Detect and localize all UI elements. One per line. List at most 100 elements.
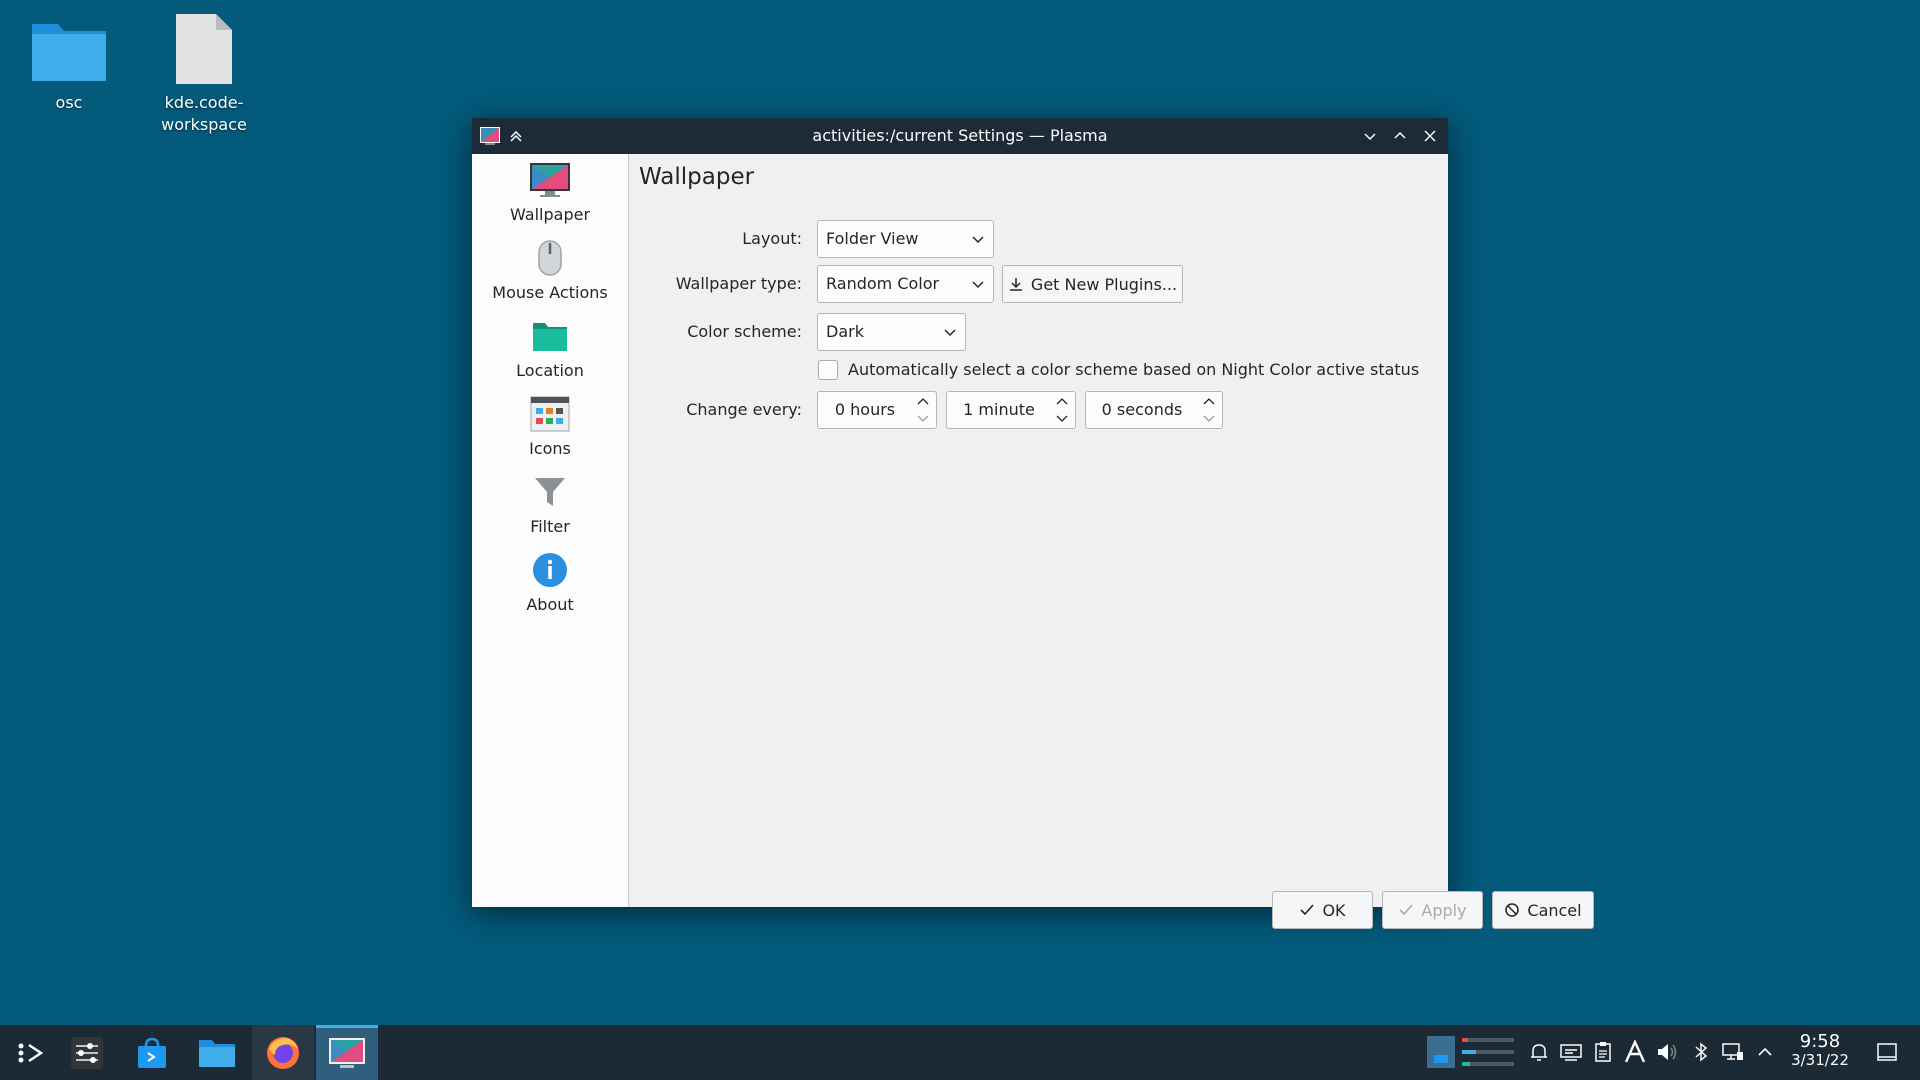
seconds-value: 0 seconds (1101, 400, 1183, 419)
settings-content: Wallpaper Layout: Folder View Wallpaper … (630, 154, 1594, 929)
color-scheme-label: Color scheme: (687, 322, 802, 341)
desktop-icon-kde-code-workspace[interactable]: kde.code-workspace (139, 12, 269, 136)
taskbar-plasma-settings[interactable] (316, 1025, 378, 1080)
folder-icon (32, 24, 106, 81)
wallpaper-icon (329, 1038, 365, 1068)
keep-above-icon[interactable] (504, 124, 528, 148)
check-icon (1300, 904, 1315, 916)
apply-label: Apply (1421, 900, 1467, 920)
window-title: activities:/current Settings — Plasma (812, 126, 1108, 145)
wallpaper-type-value: Random Color (826, 274, 940, 293)
clock-time: 9:58 (1799, 1031, 1841, 1052)
show-desktop-icon[interactable] (1874, 1039, 1900, 1065)
settings-sidebar: Wallpaper Mouse Actions Location Icons F… (472, 154, 629, 907)
night-color-checkbox-label[interactable]: Automatically select a color scheme base… (848, 359, 1419, 381)
taskbar-file-manager[interactable] (186, 1025, 248, 1080)
chevron-up-icon[interactable] (1203, 396, 1215, 406)
folder-location-icon (528, 314, 572, 358)
chevron-down-icon (972, 236, 984, 244)
info-icon (528, 548, 572, 592)
cancel-button[interactable]: Cancel (1492, 891, 1594, 929)
tray-expand-icon[interactable] (1752, 1039, 1778, 1065)
cancel-label: Cancel (1527, 900, 1582, 920)
chevron-down-icon[interactable] (1203, 414, 1215, 424)
wallpaper-type-label: Wallpaper type: (675, 274, 802, 293)
minutes-spinbox[interactable]: 1 minute (946, 391, 1076, 429)
wallpaper-type-combo[interactable]: Random Color (817, 265, 994, 303)
firefox-icon (267, 1036, 299, 1069)
hours-value: 0 hours (834, 400, 896, 419)
system-settings-icon (71, 1036, 103, 1069)
minimize-icon[interactable] (1358, 124, 1382, 148)
clipboard-icon[interactable] (1590, 1039, 1616, 1065)
taskbar-firefox[interactable] (252, 1025, 314, 1080)
taskbar-system-settings[interactable] (56, 1025, 118, 1080)
sidebar-item-about[interactable]: About (472, 544, 628, 622)
sidebar-item-label: Location (516, 361, 584, 380)
sidebar-item-label: About (526, 595, 574, 614)
change-every-label: Change every: (686, 400, 802, 419)
seconds-spinbox[interactable]: 0 seconds (1085, 391, 1223, 429)
taskbar: 9:58 3/31/22 (0, 1025, 1920, 1080)
keyboard-layout-icon[interactable] (1622, 1039, 1648, 1065)
chevron-down-icon (944, 329, 956, 337)
launcher-icon (18, 1043, 44, 1062)
wallpaper-icon (528, 158, 572, 202)
sidebar-item-filter[interactable]: Filter (472, 466, 628, 544)
check-icon (1399, 904, 1414, 916)
ok-button[interactable]: OK (1272, 891, 1373, 929)
sidebar-item-label: Wallpaper (509, 205, 591, 224)
sidebar-item-label: Filter (530, 517, 570, 536)
desktop-icon-label: osc (55, 93, 83, 112)
chevron-down-icon[interactable] (917, 414, 929, 424)
get-new-plugins-button[interactable]: Get New Plugins... (1002, 265, 1183, 303)
pager-icon[interactable] (1426, 1035, 1456, 1069)
layout-combo[interactable]: Folder View (817, 220, 994, 258)
minutes-value: 1 minute (963, 400, 1035, 419)
close-icon[interactable] (1418, 124, 1442, 148)
color-scheme-value: Dark (826, 322, 864, 341)
hours-spinbox[interactable]: 0 hours (817, 391, 937, 429)
sidebar-item-mouse-actions[interactable]: Mouse Actions (472, 232, 628, 310)
chevron-down-icon (972, 281, 984, 289)
desktop-icon-label: kde.code-workspace (161, 93, 247, 134)
task-progress-indicator[interactable] (1460, 1035, 1516, 1069)
digital-clock[interactable]: 9:58 3/31/22 (1780, 1031, 1860, 1070)
network-icon[interactable] (1720, 1039, 1746, 1065)
cancel-icon (1505, 903, 1520, 917)
download-icon (1009, 278, 1022, 291)
desktop-icon-osc[interactable]: osc (4, 12, 134, 114)
filter-icon (528, 470, 572, 514)
layout-label: Layout: (742, 229, 802, 248)
file-icon (176, 14, 232, 84)
notifications-icon[interactable] (1526, 1039, 1552, 1065)
sidebar-item-wallpaper[interactable]: Wallpaper (472, 154, 628, 232)
bluetooth-icon[interactable] (1688, 1039, 1714, 1065)
color-scheme-combo[interactable]: Dark (817, 313, 966, 351)
discover-store-icon (138, 1037, 166, 1068)
sidebar-item-icons[interactable]: Icons (472, 388, 628, 466)
volume-icon[interactable] (1655, 1039, 1681, 1065)
application-launcher[interactable] (0, 1025, 62, 1080)
apply-button[interactable]: Apply (1382, 891, 1483, 929)
chevron-up-icon[interactable] (1056, 396, 1068, 406)
ok-label: OK (1322, 900, 1346, 920)
folder-icon (199, 1039, 235, 1067)
chevron-up-icon[interactable] (917, 396, 929, 406)
window-titlebar[interactable]: activities:/current Settings — Plasma (472, 118, 1448, 154)
clock-date: 3/31/22 (1791, 1051, 1849, 1069)
sidebar-item-label: Mouse Actions (492, 283, 608, 302)
kde-connect-icon[interactable] (1558, 1039, 1584, 1065)
sidebar-item-location[interactable]: Location (472, 310, 628, 388)
maximize-icon[interactable] (1388, 124, 1412, 148)
app-icon[interactable] (478, 124, 502, 148)
night-color-checkbox[interactable] (818, 360, 838, 380)
sidebar-item-label: Icons (529, 439, 571, 458)
settings-window: activities:/current Settings — Plasma Wa… (472, 118, 1594, 929)
get-new-plugins-label: Get New Plugins... (1030, 274, 1178, 294)
taskbar-discover[interactable] (121, 1025, 183, 1080)
chevron-down-icon[interactable] (1056, 414, 1068, 424)
page-title: Wallpaper (639, 164, 755, 190)
layout-value: Folder View (826, 229, 919, 248)
mouse-icon (528, 236, 572, 280)
